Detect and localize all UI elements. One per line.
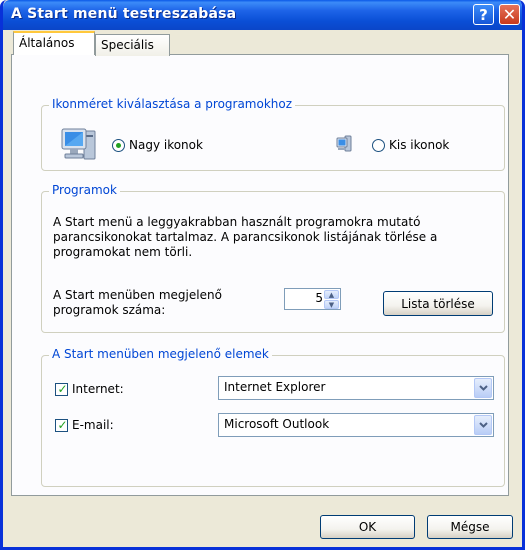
spinner-buttons: ▲ ▼: [324, 290, 339, 309]
start-menu-items-group-title: A Start menüben megjelenő elemek: [49, 347, 272, 361]
title-bar[interactable]: A Start menü testreszabása ? ✕: [3, 0, 522, 30]
ok-button-label: OK: [358, 520, 377, 534]
chevron-down-icon: [478, 385, 488, 391]
large-icons-radio-dot: [116, 143, 121, 148]
email-label[interactable]: E-mail:: [72, 418, 114, 432]
spin-up-button[interactable]: ▲: [324, 290, 339, 299]
clear-list-button[interactable]: Lista törlése: [383, 291, 493, 316]
program-count-label: A Start menüben megjelenő programok szám…: [53, 288, 222, 318]
large-icons-radio[interactable]: [112, 139, 125, 152]
email-checkbox[interactable]: ✓: [55, 418, 68, 432]
spin-down-button[interactable]: ▼: [324, 300, 339, 309]
icon-size-group-title: Ikonméret kiválasztása a programokhoz: [49, 97, 296, 111]
large-icons-label[interactable]: Nagy ikonok: [129, 138, 203, 152]
programs-group-title: Programok: [49, 183, 120, 197]
help-button[interactable]: ?: [473, 4, 494, 25]
tab-general-label: Általános: [19, 36, 75, 50]
program-count-value: 5: [315, 291, 323, 305]
check-icon: ✓: [57, 382, 68, 396]
email-client-value: Microsoft Outlook: [224, 417, 330, 431]
ok-button[interactable]: OK: [320, 515, 415, 539]
window-title: A Start menü testreszabása: [11, 6, 237, 22]
email-client-select[interactable]: Microsoft Outlook: [218, 413, 494, 437]
clear-list-button-label: Lista törlése: [401, 296, 475, 311]
close-icon: ✕: [502, 5, 517, 24]
help-icon: ?: [479, 5, 488, 24]
tab-general[interactable]: Általános: [13, 31, 95, 55]
internet-dropdown-button[interactable]: [474, 378, 492, 398]
programs-description-line: A Start menü a leggyakrabban használt pr…: [53, 215, 421, 229]
cancel-button-label: Mégse: [450, 520, 490, 534]
chevron-down-icon: [478, 422, 488, 428]
cancel-button[interactable]: Mégse: [427, 515, 513, 539]
close-button[interactable]: ✕: [499, 4, 520, 25]
internet-label[interactable]: Internet:: [72, 382, 124, 396]
small-icons-radio[interactable]: [372, 139, 385, 152]
arrow-up-icon: ▲: [328, 290, 335, 299]
programs-description: A Start menü a leggyakrabban használt pr…: [53, 215, 437, 260]
internet-browser-select[interactable]: Internet Explorer: [218, 376, 494, 400]
internet-browser-value: Internet Explorer: [224, 380, 326, 394]
arrow-down-icon: ▼: [328, 300, 335, 309]
program-count-label-line: programok száma:: [53, 303, 166, 317]
program-count-spinner[interactable]: 5 ▲ ▼: [284, 288, 341, 310]
check-icon: ✓: [57, 418, 68, 432]
email-dropdown-button[interactable]: [474, 415, 492, 435]
small-icons-label[interactable]: Kis ikonok: [389, 138, 449, 152]
small-computer-icon: [336, 135, 352, 153]
tab-advanced[interactable]: Speciális: [95, 34, 170, 56]
internet-checkbox[interactable]: ✓: [55, 382, 68, 396]
programs-description-line: programokat nem törli.: [53, 245, 193, 259]
program-count-label-line: A Start menüben megjelenő: [53, 288, 222, 302]
large-computer-icon: [60, 125, 100, 165]
programs-description-line: parancsikonokat tartalmaz. A parancsikon…: [53, 230, 438, 244]
tab-advanced-label: Speciális: [101, 38, 154, 52]
